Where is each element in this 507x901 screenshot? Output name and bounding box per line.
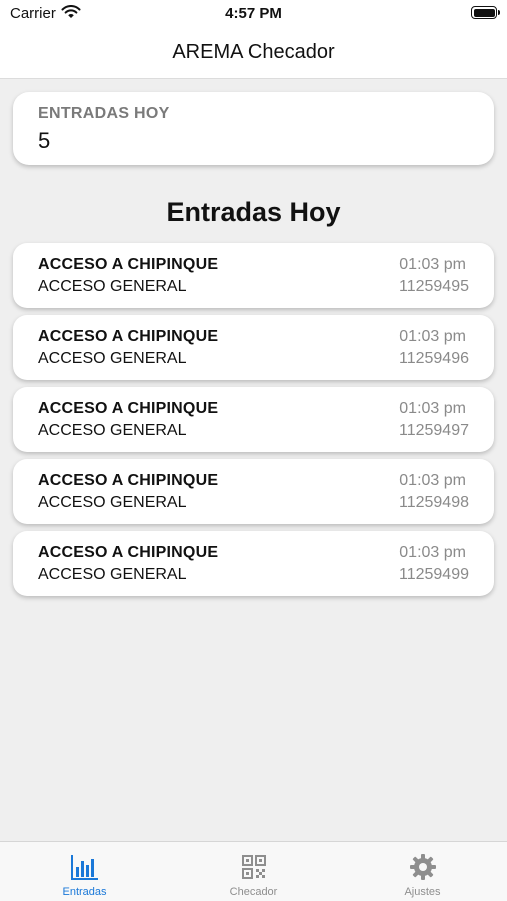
gear-icon <box>409 854 436 880</box>
nav-title: AREMA Checador <box>172 41 335 63</box>
entry-id: 11259498 <box>399 494 469 511</box>
entry-time: 01:03 pm <box>399 256 466 273</box>
tab-ajustes[interactable]: Ajustes <box>338 842 507 901</box>
tab-label: Entradas <box>62 886 107 898</box>
entry-id: 11259497 <box>399 422 469 439</box>
entry-time: 01:03 pm <box>399 472 466 489</box>
entry-subtitle: ACCESO GENERAL <box>38 278 187 295</box>
list-item[interactable]: ACCESO A CHIPINQUE ACCESO GENERAL 01:03 … <box>13 459 494 524</box>
entry-time: 01:03 pm <box>399 544 466 561</box>
entry-time: 01:03 pm <box>399 328 466 345</box>
entry-title: ACCESO A CHIPINQUE <box>38 400 219 417</box>
tab-checador[interactable]: Checador <box>169 842 338 901</box>
entry-subtitle: ACCESO GENERAL <box>38 422 187 439</box>
clock: 4:57 PM <box>225 5 282 22</box>
entry-subtitle: ACCESO GENERAL <box>38 494 187 511</box>
entry-time: 01:03 pm <box>399 400 466 417</box>
bar-chart-icon <box>70 855 98 880</box>
list-item[interactable]: ACCESO A CHIPINQUE ACCESO GENERAL 01:03 … <box>13 387 494 452</box>
tab-label: Checador <box>229 886 278 898</box>
summary-card: ENTRADAS HOY 5 <box>13 92 494 165</box>
list-item[interactable]: ACCESO A CHIPINQUE ACCESO GENERAL 01:03 … <box>13 315 494 380</box>
summary-label: ENTRADAS HOY <box>38 105 170 122</box>
entry-id: 11259496 <box>399 350 469 367</box>
battery-icon <box>471 6 500 19</box>
tab-bar: Entradas Checador Ajustes <box>0 841 507 901</box>
list-item[interactable]: ACCESO A CHIPINQUE ACCESO GENERAL 01:03 … <box>13 531 494 596</box>
qr-code-icon <box>241 855 266 879</box>
entry-title: ACCESO A CHIPINQUE <box>38 544 219 561</box>
entry-subtitle: ACCESO GENERAL <box>38 350 187 367</box>
status-bar: Carrier 4:57 PM <box>0 0 507 30</box>
summary-count: 5 <box>38 128 51 153</box>
section-title: Entradas Hoy <box>166 197 341 227</box>
tab-entradas[interactable]: Entradas <box>0 842 169 901</box>
entry-title: ACCESO A CHIPINQUE <box>38 256 219 273</box>
entry-subtitle: ACCESO GENERAL <box>38 566 187 583</box>
entries-list: ACCESO A CHIPINQUE ACCESO GENERAL 01:03 … <box>13 243 494 603</box>
entry-id: 11259495 <box>399 278 469 295</box>
tab-label: Ajustes <box>404 886 441 898</box>
list-item[interactable]: ACCESO A CHIPINQUE ACCESO GENERAL 01:03 … <box>13 243 494 308</box>
entry-title: ACCESO A CHIPINQUE <box>38 328 219 345</box>
navigation-bar: AREMA Checador <box>0 30 507 79</box>
entry-title: ACCESO A CHIPINQUE <box>38 472 219 489</box>
entry-id: 11259499 <box>399 566 469 583</box>
